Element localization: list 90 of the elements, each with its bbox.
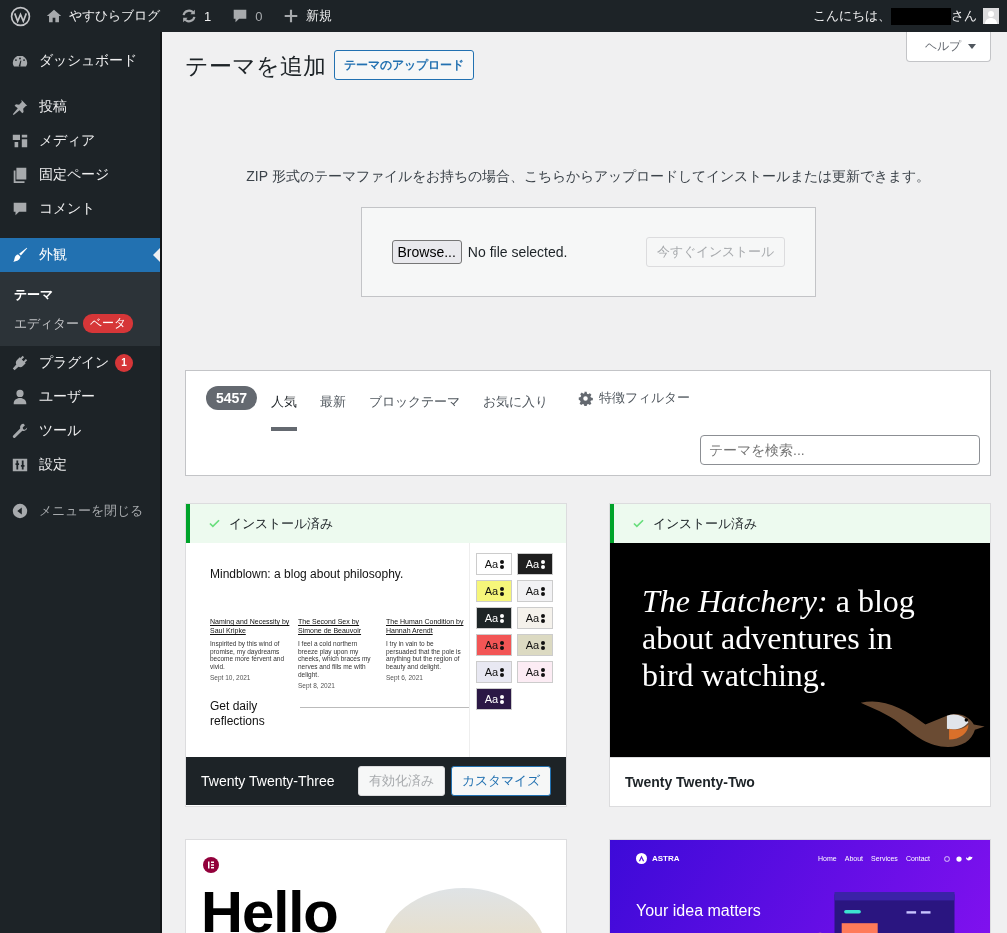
menu-label: ユーザー bbox=[39, 388, 95, 406]
sliders-icon bbox=[11, 456, 29, 474]
theme-name: Twenty Twenty-Two bbox=[625, 774, 755, 790]
preview-signup-heading: Get daily reflections bbox=[210, 698, 266, 731]
theme-card[interactable]: Hello bbox=[185, 839, 567, 933]
site-name-link[interactable]: やすひらブログ bbox=[45, 7, 160, 25]
beta-badge: ベータ bbox=[83, 314, 133, 333]
media-icon bbox=[11, 132, 29, 150]
menu-item[interactable]: ダッシュボード bbox=[0, 44, 160, 78]
refresh-icon bbox=[180, 7, 198, 25]
filter-tab[interactable]: 人気 bbox=[271, 385, 298, 431]
style-swatch: Aa bbox=[476, 634, 513, 656]
menu-item[interactable]: ツール bbox=[0, 414, 160, 448]
style-swatch: Aa bbox=[476, 688, 513, 710]
preview-brand: ASTRA bbox=[652, 854, 680, 863]
filter-tab[interactable]: 最新 bbox=[320, 385, 347, 431]
new-content-link[interactable]: 新規 bbox=[282, 7, 333, 25]
menu-label: ツール bbox=[39, 422, 81, 440]
style-swatch: Aa bbox=[517, 634, 554, 656]
menu-label: 固定ページ bbox=[39, 166, 109, 184]
help-button[interactable]: ヘルプ bbox=[906, 32, 991, 62]
gear-icon bbox=[578, 390, 594, 406]
submenu-item[interactable]: エディター ベータ bbox=[0, 309, 160, 338]
submenu-label: エディター bbox=[14, 314, 79, 333]
menu-label: 設定 bbox=[39, 456, 67, 474]
pushpin-icon bbox=[11, 98, 29, 116]
menu-item[interactable]: ユーザー bbox=[0, 380, 160, 414]
pages-icon bbox=[11, 166, 29, 184]
preview-headline: The Hatchery: a blog about adventures in bird watching. bbox=[641, 582, 916, 694]
theme-count-badge: 5457 bbox=[206, 386, 258, 410]
menu-item[interactable]: プラグイン 1 bbox=[0, 346, 160, 380]
filter-tab[interactable]: お気に入り bbox=[483, 385, 549, 431]
theme-action-button[interactable]: カスタマイズ bbox=[451, 766, 551, 796]
menu-item[interactable]: コメント bbox=[0, 192, 160, 226]
style-swatch: Aa bbox=[476, 661, 513, 683]
page-title: テーマを追加 bbox=[185, 52, 326, 81]
style-swatch: Aa bbox=[517, 580, 554, 602]
checkmark-icon bbox=[208, 517, 221, 530]
submenu-item[interactable]: テーマ bbox=[0, 280, 160, 309]
style-swatch: Aa bbox=[517, 553, 554, 575]
menu-label: メディア bbox=[39, 132, 95, 150]
paintbrush-icon bbox=[11, 246, 29, 264]
installed-label: インストール済み bbox=[653, 514, 757, 533]
redaction-bar bbox=[891, 7, 951, 25]
upload-description: ZIP 形式のテーマファイルをお持ちの場合、こちらからアップロードしてインストールまたは更新できます。 bbox=[245, 168, 931, 186]
preview-headline: Mindblown: a blog about philosophy. bbox=[210, 567, 405, 581]
preview-headline: Your idea matters bbox=[636, 902, 761, 920]
style-swatch: Aa bbox=[476, 580, 513, 602]
logo-icon bbox=[203, 857, 219, 873]
greeting-text: こんにちは、 bbox=[813, 7, 891, 25]
theme-card[interactable]: インストール済み The Hatchery: a blog about adventures in bird watching. Twenty Twenty-Two bbox=[609, 503, 991, 807]
wordpress-logo-icon[interactable] bbox=[10, 5, 31, 27]
comments-link[interactable]: 0 bbox=[231, 7, 263, 25]
preview-headline: Hello bbox=[201, 878, 338, 933]
menu-label: ダッシュボード bbox=[39, 52, 137, 70]
style-swatch: Aa bbox=[476, 553, 513, 575]
wrench-icon bbox=[11, 422, 29, 440]
style-swatch: Aa bbox=[517, 607, 554, 629]
logo-icon bbox=[636, 853, 647, 864]
theme-search-field[interactable]: テーマを検索... bbox=[700, 435, 980, 465]
menu-item[interactable]: 外観 bbox=[0, 238, 160, 272]
installed-label: インストール済み bbox=[229, 514, 333, 533]
person-icon bbox=[11, 388, 29, 406]
feature-filter-link[interactable]: 特徴フィルター bbox=[578, 389, 691, 407]
menu-label: 投稿 bbox=[39, 98, 67, 116]
menu-item[interactable]: 設定 bbox=[0, 448, 160, 482]
file-status-text: No file selected. bbox=[467, 244, 568, 260]
collapse-menu-button[interactable]: メニューを閉じる bbox=[0, 494, 149, 528]
menu-label: 外観 bbox=[39, 246, 67, 264]
greeting-suffix: さん bbox=[951, 7, 977, 25]
social-icons-drawing bbox=[944, 855, 974, 862]
upload-theme-button[interactable]: テーマのアップロード bbox=[334, 50, 474, 80]
caret-icon bbox=[968, 44, 976, 49]
checkmark-icon bbox=[632, 517, 645, 530]
filter-tab[interactable]: ブロックテーマ bbox=[369, 385, 461, 431]
menu-item[interactable]: 投稿 bbox=[0, 90, 160, 124]
theme-name: Twenty Twenty-Three bbox=[201, 773, 335, 789]
count-badge: 1 bbox=[115, 354, 133, 372]
style-swatch: Aa bbox=[517, 661, 554, 683]
menu-label: コメント bbox=[39, 200, 95, 218]
menu-label: プラグイン bbox=[39, 354, 109, 372]
menu-item[interactable]: メディア bbox=[0, 124, 160, 158]
plug-icon bbox=[11, 354, 29, 372]
theme-card[interactable] bbox=[185, 503, 567, 807]
submenu-label: テーマ bbox=[14, 285, 53, 304]
menu-item[interactable]: 固定ページ bbox=[0, 158, 160, 192]
style-swatch: Aa bbox=[476, 607, 513, 629]
updates-link[interactable]: 1 bbox=[180, 7, 212, 25]
browse-button[interactable]: Browse... bbox=[391, 240, 462, 264]
house-icon bbox=[45, 7, 63, 25]
